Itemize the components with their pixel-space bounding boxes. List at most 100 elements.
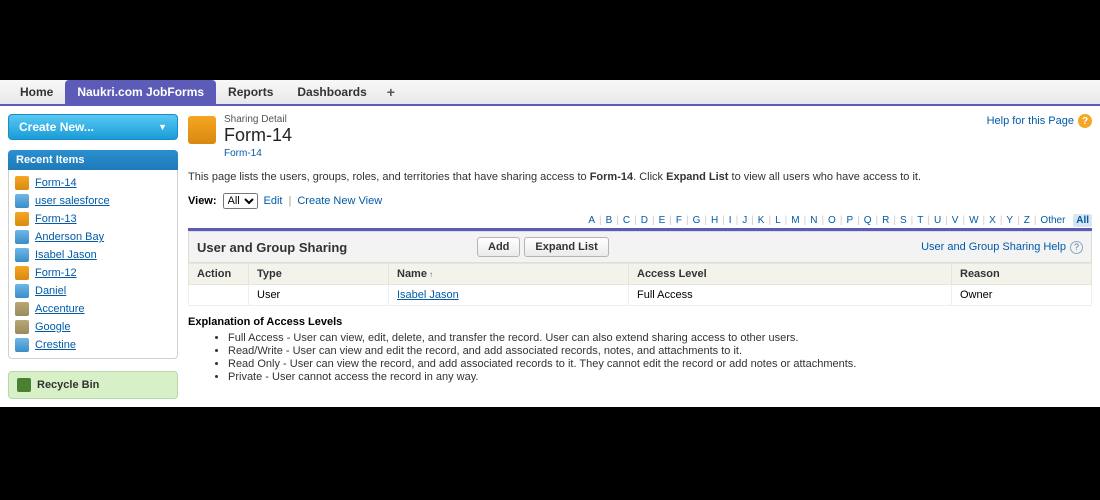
alpha-other[interactable]: Other [1037, 214, 1068, 227]
create-new-button[interactable]: Create New... ▼ [8, 114, 178, 140]
explanation-item: Read/Write - User can view and edit the … [228, 345, 1092, 357]
recent-item[interactable]: Crestine [9, 336, 177, 354]
explanation-header: Explanation of Access Levels [188, 316, 1092, 328]
alpha-J[interactable]: J [739, 214, 750, 227]
alpha-Y[interactable]: Y [1003, 214, 1016, 227]
user-icon [15, 248, 29, 262]
alpha-Q[interactable]: Q [861, 214, 875, 227]
help-for-page-link[interactable]: Help for this Page ? [987, 114, 1092, 128]
user-icon [15, 284, 29, 298]
alpha-E[interactable]: E [656, 214, 669, 227]
alpha-X[interactable]: X [986, 214, 999, 227]
cell-reason: Owner [952, 285, 1092, 306]
sidebar: Create New... ▼ Recent Items Form-14 user… [8, 114, 178, 399]
help-icon: ? [1070, 241, 1083, 254]
recent-item-link[interactable]: user salesforce [35, 195, 110, 207]
tab-reports[interactable]: Reports [216, 80, 285, 104]
recent-items-header: Recent Items [8, 150, 178, 170]
create-new-label: Create New... [19, 120, 94, 134]
recent-items-list: Form-14 user salesforce Form-13 Anderson Ba… [8, 170, 178, 359]
cell-type: User [249, 285, 389, 306]
panel-help-link[interactable]: User and Group Sharing Help ? [921, 241, 1083, 254]
record-icon [188, 116, 216, 144]
col-access[interactable]: Access Level [629, 264, 952, 285]
col-reason[interactable]: Reason [952, 264, 1092, 285]
alpha-Z[interactable]: Z [1021, 214, 1033, 227]
recent-item[interactable]: Isabel Jason [9, 246, 177, 264]
create-new-view-link[interactable]: Create New View [297, 195, 382, 207]
recent-item-link[interactable]: Google [35, 321, 70, 333]
acct-icon [15, 320, 29, 334]
tab-dashboards[interactable]: Dashboards [285, 80, 378, 104]
alpha-all[interactable]: All [1073, 214, 1092, 227]
alpha-K[interactable]: K [755, 214, 768, 227]
recent-item-link[interactable]: Anderson Bay [35, 231, 104, 243]
alpha-V[interactable]: V [949, 214, 962, 227]
recent-item[interactable]: Daniel [9, 282, 177, 300]
recent-item-link[interactable]: Form-14 [35, 177, 77, 189]
page-description: This page lists the users, groups, roles… [188, 171, 1092, 183]
chevron-down-icon: ▼ [158, 122, 167, 132]
alpha-T[interactable]: T [914, 214, 926, 227]
alpha-R[interactable]: R [879, 214, 892, 227]
recent-item[interactable]: Form-13 [9, 210, 177, 228]
breadcrumb[interactable]: Form-14 [224, 148, 292, 159]
alpha-H[interactable]: H [708, 214, 721, 227]
recent-item[interactable]: Form-14 [9, 174, 177, 192]
recent-item[interactable]: Anderson Bay [9, 228, 177, 246]
alpha-B[interactable]: B [603, 214, 616, 227]
alpha-L[interactable]: L [772, 214, 784, 227]
alpha-F[interactable]: F [673, 214, 685, 227]
panel-title: User and Group Sharing [197, 240, 477, 255]
alpha-N[interactable]: N [807, 214, 820, 227]
recent-item[interactable]: user salesforce [9, 192, 177, 210]
help-icon: ? [1078, 114, 1092, 128]
alpha-P[interactable]: P [843, 214, 856, 227]
cell-access: Full Access [629, 285, 952, 306]
edit-view-link[interactable]: Edit [264, 195, 283, 207]
alpha-O[interactable]: O [825, 214, 839, 227]
recent-item-link[interactable]: Form-12 [35, 267, 77, 279]
user-icon [15, 338, 29, 352]
alpha-G[interactable]: G [690, 214, 704, 227]
sharing-detail-label: Sharing Detail [224, 114, 292, 125]
explanation-item: Read Only - User can view the record, an… [228, 358, 1092, 370]
add-tab-button[interactable]: + [379, 80, 403, 104]
sort-asc-icon: ↑ [429, 270, 433, 279]
alpha-I[interactable]: I [726, 214, 735, 227]
recent-item[interactable]: Accenture [9, 300, 177, 318]
explanation-section: Explanation of Access Levels Full Access… [188, 316, 1092, 383]
view-select[interactable]: All [223, 193, 258, 209]
recent-item-link[interactable]: Form-13 [35, 213, 77, 225]
col-action[interactable]: Action [189, 264, 249, 285]
recent-item-link[interactable]: Accenture [35, 303, 85, 315]
form-icon [15, 176, 29, 190]
add-button[interactable]: Add [477, 237, 520, 257]
alpha-S[interactable]: S [897, 214, 910, 227]
cell-action [189, 285, 249, 306]
form-icon [15, 212, 29, 226]
alpha-M[interactable]: M [788, 214, 802, 227]
recent-item-link[interactable]: Crestine [35, 339, 76, 351]
recent-item[interactable]: Google [9, 318, 177, 336]
recent-item-link[interactable]: Isabel Jason [35, 249, 97, 261]
alpha-C[interactable]: C [620, 214, 633, 227]
tab-bar: HomeNaukri.com JobFormsReportsDashboards… [0, 80, 1100, 106]
alpha-D[interactable]: D [638, 214, 651, 227]
recent-item-link[interactable]: Daniel [35, 285, 66, 297]
alpha-A[interactable]: A [585, 214, 598, 227]
col-name[interactable]: Name↑ [389, 264, 629, 285]
explanation-item: Private - User cannot access the record … [228, 371, 1092, 383]
recycle-bin-button[interactable]: Recycle Bin [8, 371, 178, 399]
name-link[interactable]: Isabel Jason [397, 289, 459, 301]
recent-item[interactable]: Form-12 [9, 264, 177, 282]
tab-naukri-com-jobforms[interactable]: Naukri.com JobForms [65, 80, 216, 104]
alpha-U[interactable]: U [931, 214, 944, 227]
main-content: Sharing Detail Form-14 Form-14 Help for … [188, 114, 1092, 399]
sharing-table: Action Type Name↑ Access Level Reason Us… [188, 263, 1092, 306]
tab-home[interactable]: Home [8, 80, 65, 104]
col-type[interactable]: Type [249, 264, 389, 285]
recycle-bin-label: Recycle Bin [37, 379, 99, 391]
alpha-W[interactable]: W [966, 214, 981, 227]
expand-list-button[interactable]: Expand List [524, 237, 608, 257]
